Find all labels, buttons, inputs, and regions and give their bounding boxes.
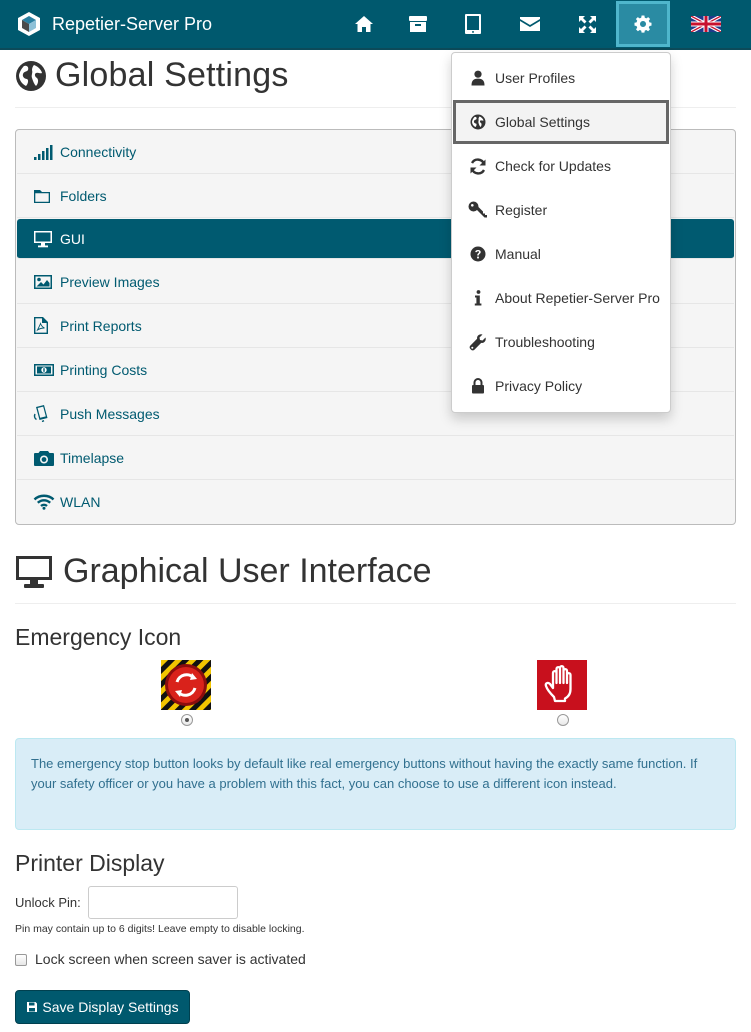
settings-item-label: Folders bbox=[60, 187, 107, 204]
monitor-icon bbox=[33, 229, 57, 249]
archive-icon bbox=[409, 16, 427, 32]
wrench-icon bbox=[468, 332, 488, 352]
page-title: Global Settings bbox=[55, 56, 289, 94]
menu-item-user-profiles[interactable]: User Profiles bbox=[452, 56, 670, 100]
section-title: Graphical User Interface bbox=[63, 552, 432, 590]
folder-icon bbox=[33, 186, 57, 206]
settings-item-timelapse[interactable]: Timelapse bbox=[17, 436, 734, 480]
settings-item-wlan[interactable]: WLAN bbox=[17, 480, 734, 524]
lock-screen-checkbox[interactable] bbox=[15, 954, 27, 966]
menu-item-label: About Repetier-Server Pro bbox=[495, 290, 660, 306]
nav-fullscreen-button[interactable] bbox=[560, 0, 614, 48]
printer-display-heading: Printer Display bbox=[15, 850, 165, 876]
language-button[interactable] bbox=[679, 0, 733, 48]
settings-item-label: Push Messages bbox=[60, 405, 160, 422]
menu-item-label: Privacy Policy bbox=[495, 378, 583, 394]
refresh-icon bbox=[468, 156, 488, 176]
section-heading: Graphical User Interface bbox=[15, 552, 432, 591]
wifi-icon bbox=[33, 492, 57, 512]
menu-item-label: Register bbox=[495, 202, 548, 218]
top-navbar: Repetier-Server Pro bbox=[0, 0, 751, 50]
nav-archive-button[interactable] bbox=[391, 0, 445, 48]
settings-item-label: Timelapse bbox=[60, 449, 125, 466]
app-title: Repetier-Server Pro bbox=[52, 14, 213, 34]
save-icon bbox=[27, 1002, 38, 1012]
menu-item-troubleshooting[interactable]: Troubleshooting bbox=[452, 320, 670, 364]
save-display-settings-button[interactable]: Save Display Settings bbox=[15, 990, 190, 1024]
mobile-icon bbox=[33, 404, 57, 424]
settings-item-label: Connectivity bbox=[60, 143, 137, 160]
user-icon bbox=[468, 68, 488, 88]
pdf-file-icon bbox=[33, 316, 57, 336]
info-alert: The emergency stop button looks by defau… bbox=[15, 738, 736, 830]
menu-item-label: Check for Updates bbox=[495, 158, 611, 174]
emergency-icon-heading: Emergency Icon bbox=[15, 624, 182, 650]
menu-item-label: User Profiles bbox=[495, 70, 576, 86]
emergency-stop-classic-icon[interactable] bbox=[161, 660, 211, 710]
pin-help-text: Pin may contain up to 6 digits! Leave em… bbox=[15, 923, 305, 935]
page-heading: Global Settings bbox=[15, 56, 289, 95]
menu-item-global-settings[interactable]: Global Settings bbox=[453, 100, 669, 144]
settings-item-label: Printing Costs bbox=[60, 361, 148, 378]
emergency-stop-hand-icon[interactable] bbox=[537, 660, 587, 710]
save-button-label: Save Display Settings bbox=[42, 999, 179, 1015]
nav-tablet-button[interactable] bbox=[446, 0, 500, 48]
tablet-icon bbox=[465, 14, 481, 34]
globe-icon bbox=[468, 112, 488, 132]
settings-dropdown-menu: User Profiles Global Settings Check for … bbox=[451, 52, 671, 413]
menu-item-about[interactable]: About Repetier-Server Pro bbox=[452, 276, 670, 320]
menu-item-label: Manual bbox=[495, 246, 541, 262]
camera-icon bbox=[33, 448, 57, 468]
menu-item-manual[interactable]: Manual bbox=[452, 232, 670, 276]
lock-icon bbox=[468, 376, 488, 396]
emergency-hand-radio[interactable] bbox=[557, 714, 569, 726]
signal-icon bbox=[33, 142, 57, 162]
brand[interactable]: Repetier-Server Pro bbox=[16, 11, 212, 37]
repetier-logo-icon bbox=[18, 12, 40, 36]
home-icon bbox=[355, 16, 373, 32]
menu-item-privacy-policy[interactable]: Privacy Policy bbox=[452, 364, 670, 408]
settings-item-label: WLAN bbox=[60, 494, 101, 510]
menu-item-label: Troubleshooting bbox=[495, 334, 595, 350]
key-icon bbox=[468, 200, 488, 220]
lock-screen-label[interactable]: Lock screen when screen saver is activat… bbox=[35, 951, 306, 967]
nav-messages-button[interactable] bbox=[503, 0, 557, 48]
monitor-icon bbox=[16, 555, 52, 588]
envelope-icon bbox=[520, 17, 540, 31]
settings-item-label: GUI bbox=[60, 230, 85, 247]
gear-icon bbox=[634, 15, 652, 33]
menu-item-register[interactable]: Register bbox=[452, 188, 670, 232]
nav-settings-button[interactable] bbox=[616, 1, 670, 47]
settings-item-label: Print Reports bbox=[60, 317, 142, 334]
menu-item-check-updates[interactable]: Check for Updates bbox=[452, 144, 670, 188]
uk-flag-icon bbox=[691, 16, 721, 32]
question-icon bbox=[468, 244, 488, 264]
unlock-pin-label: Unlock Pin: bbox=[15, 895, 81, 910]
globe-icon bbox=[16, 60, 46, 91]
nav-home-button[interactable] bbox=[337, 0, 391, 48]
money-icon bbox=[33, 360, 57, 380]
expand-icon bbox=[578, 15, 596, 33]
unlock-pin-input[interactable] bbox=[88, 886, 238, 919]
image-icon bbox=[33, 272, 57, 292]
divider bbox=[15, 603, 736, 604]
menu-item-label: Global Settings bbox=[495, 114, 590, 130]
emergency-classic-radio[interactable] bbox=[181, 714, 193, 726]
info-icon bbox=[468, 288, 488, 308]
settings-item-label: Preview Images bbox=[60, 273, 160, 290]
